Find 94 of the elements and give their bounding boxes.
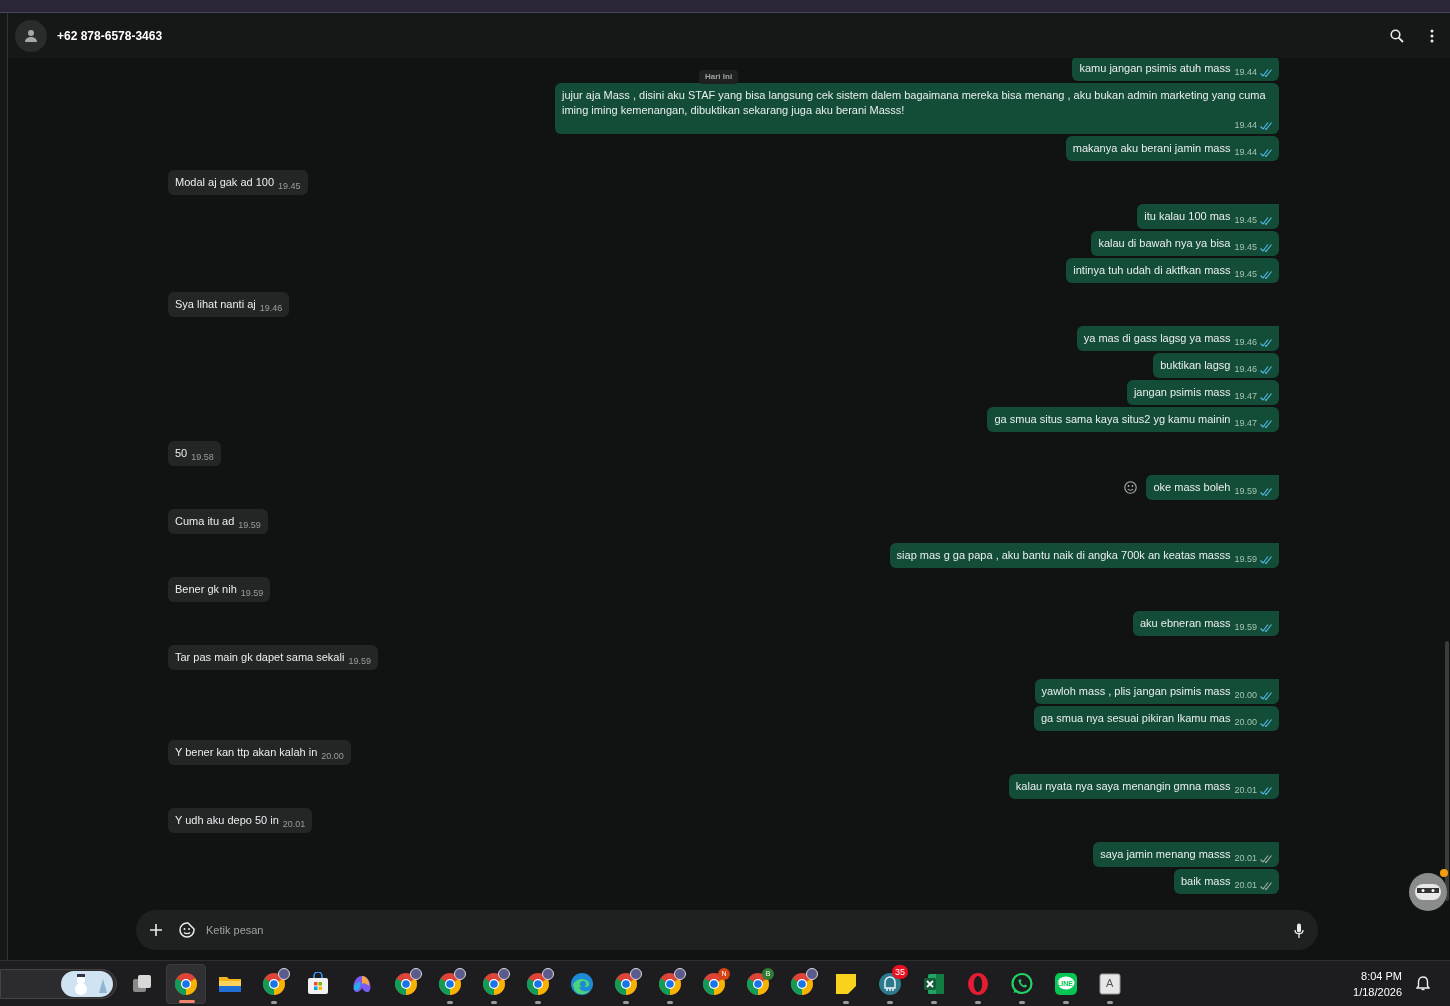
edge-icon	[570, 971, 594, 996]
message-time: 19.44	[1234, 147, 1257, 158]
chrome-icon	[438, 971, 462, 996]
chrome-icon	[262, 971, 286, 996]
message-time: 19.46	[1234, 364, 1257, 375]
message-time: 19.59	[1234, 622, 1257, 633]
chrome-icon	[614, 971, 638, 996]
message-time: 19.44	[1234, 67, 1257, 78]
emoji-reaction-icon[interactable]	[1124, 481, 1138, 494]
contact-name[interactable]: +62 878-6578-3463	[57, 26, 163, 45]
message-text: kalau di bawah nya ya bisa	[1098, 236, 1231, 251]
message-text: kalau nyata nya saya menangin gmna mass	[1015, 779, 1231, 794]
chrome-icon	[394, 971, 418, 996]
message-time: 19.44	[1234, 120, 1257, 131]
message-composer[interactable]: Ketik pesan	[136, 910, 1318, 950]
message-time: 20.01	[1234, 785, 1257, 796]
chrome-icon	[790, 971, 814, 996]
message-text: yawloh mass , plis jangan psimis mass	[1041, 684, 1231, 699]
chrome-icon	[746, 971, 770, 996]
message-text: Y udh aku depo 50 in	[175, 813, 279, 828]
message-time: 19.59	[238, 520, 261, 531]
message-text: aku ebneran mass	[1139, 616, 1231, 631]
person-icon	[24, 28, 38, 43]
contact-avatar[interactable]	[15, 19, 47, 52]
clock-date[interactable]: 1/18/2026	[1353, 983, 1402, 1000]
message-text: Modal aj gak ad 100	[175, 175, 275, 190]
snowman-drawing	[61, 970, 113, 997]
chrome-icon	[526, 971, 550, 996]
letter-icon	[1098, 971, 1122, 996]
message-time: 19.47	[1234, 391, 1257, 402]
message-text: jangan psimis mass	[1133, 385, 1231, 400]
message-time: 20.00	[1234, 717, 1257, 728]
message-time: 19.59	[348, 656, 371, 667]
icon-label: A	[1106, 977, 1114, 989]
notification-count-badge: 35	[892, 964, 908, 979]
message-text: kamu jangan psimis atuh mass	[1079, 61, 1231, 76]
chrome-icon	[174, 971, 198, 996]
chrome-icon	[658, 971, 682, 996]
message-text: saya jamin menang masss	[1100, 847, 1231, 862]
app-app-button[interactable]: 35	[870, 963, 910, 1004]
robot-assistant-icon[interactable]	[1409, 873, 1447, 911]
menu-icon[interactable]	[1430, 28, 1434, 43]
chrome-icon	[482, 971, 506, 996]
message-time: 19.59	[240, 588, 264, 599]
message-text: siap mas g ga papa , aku bantu naik di angka 700k an keatas masss	[896, 548, 1231, 563]
chrome-icon	[702, 971, 726, 996]
message-text: Y bener kan ttp akan kalah in	[175, 745, 318, 760]
chrome-app-button[interactable]	[166, 963, 206, 1004]
message-time: 20.01	[282, 819, 306, 830]
excel-icon	[922, 971, 946, 996]
message-text: Cuma itu ad	[175, 514, 235, 529]
message-time: 20.00	[321, 751, 344, 762]
message-text: ya mas di gass lagsg ya mass	[1083, 331, 1231, 346]
sticky-icon	[834, 971, 858, 996]
message-time: 20.01	[1234, 853, 1257, 864]
message-input[interactable]: Ketik pesan	[206, 921, 1294, 939]
message-text: itu kalau 100 mas	[1144, 209, 1231, 224]
message-time: 19.45	[1234, 242, 1257, 253]
message-text: ga smua situs sama kaya situs2 yg kamu mainin	[994, 412, 1231, 427]
message-time: 19.45	[1234, 269, 1257, 280]
clock-time[interactable]: 8:04 PM	[1361, 967, 1402, 984]
notification-bell-icon[interactable]	[1416, 976, 1430, 991]
store-icon	[306, 971, 330, 996]
message-text: intinya tuh udah di aktfkan mass	[1073, 263, 1231, 278]
scrollbar-thumb[interactable]	[1445, 641, 1449, 901]
microphone-icon[interactable]	[1294, 922, 1304, 938]
message-text: Bener gk nih	[175, 582, 237, 597]
message-time: 19.59	[1234, 554, 1257, 565]
message-time: 20.01	[1234, 880, 1257, 891]
message-text: oke mass boleh	[1153, 480, 1231, 495]
whatsapp-icon	[1010, 971, 1034, 996]
search-box[interactable]	[0, 968, 117, 999]
message-time: 19.46	[1234, 337, 1257, 348]
message-time: 19.47	[1234, 418, 1257, 429]
sticker-icon[interactable]	[179, 922, 195, 938]
message-text: Tar pas main gk dapet sama sekali	[175, 650, 345, 665]
letter-app-button[interactable]: A	[1090, 963, 1130, 1004]
message-time: 19.46	[259, 303, 283, 314]
message-text: baik mass	[1180, 874, 1231, 889]
message-time: 20.00	[1234, 690, 1257, 701]
opera-icon	[966, 971, 990, 996]
search-icon[interactable]	[1390, 28, 1404, 43]
message-text: makanya aku berani jamin mass	[1072, 141, 1231, 156]
plus-icon[interactable]	[150, 924, 162, 936]
message-text: buktikan lagsg	[1160, 358, 1231, 373]
message-time: 19.58	[191, 452, 214, 463]
message-time: 19.59	[1234, 486, 1257, 497]
message-text: Sya lihat nanti aj	[175, 297, 256, 312]
message-time: 19.45	[278, 181, 301, 192]
date-chip: Hari Ini	[699, 70, 739, 84]
message-text: ga smua nya sesuai pikiran lkamu mas	[1040, 711, 1231, 726]
message-time: 19.45	[1234, 215, 1257, 226]
message-text: jujur aja Mass , disini aku STAF yang bisa langsung cek sistem dalem bagaimana mereka bisa menang , aku bukan admin marketing yang cuma iming iming kemenangan, dibuktikan sekarang juga aku berani Masss!	[562, 88, 1267, 118]
message-text: 50	[175, 446, 188, 461]
